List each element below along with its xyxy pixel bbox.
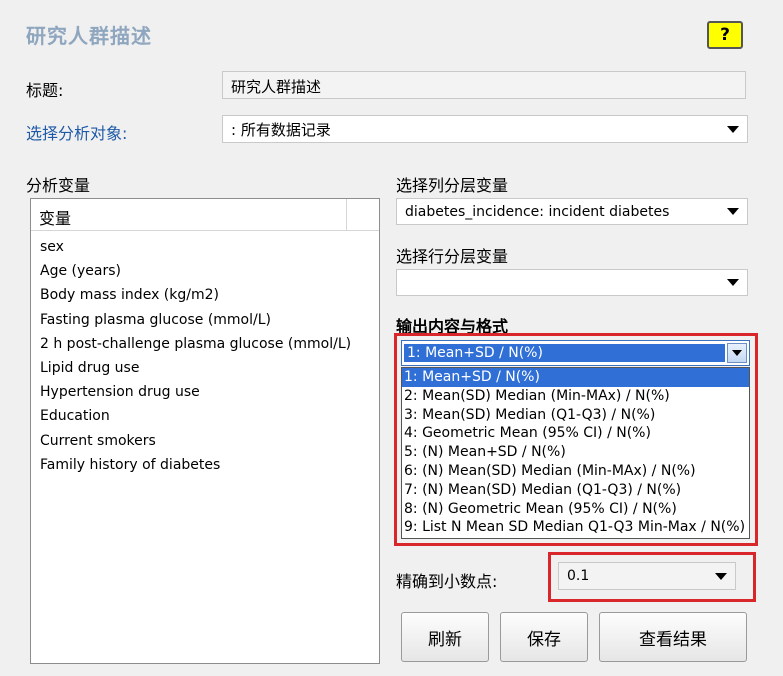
row-strat-select[interactable]	[396, 269, 748, 296]
column-strat-value: diabetes_incidence: incident diabetes	[405, 203, 670, 220]
chevron-down-icon	[727, 125, 739, 133]
list-item[interactable]: Fasting plasma glucose (mmol/L)	[40, 308, 379, 332]
variables-items: sex Age (years) Body mass index (kg/m2) Fas…	[31, 231, 379, 477]
variables-label: 分析变量	[26, 176, 91, 195]
dropdown-option[interactable]: 7: (N) Mean(SD) Median (Q1-Q3) / N(%)	[402, 481, 749, 500]
variables-list[interactable]: 变量 sex Age (years) Body mass index (kg/m2)…	[30, 198, 380, 664]
list-item[interactable]: Current smokers	[40, 429, 379, 453]
output-format-selected: 1: Mean+SD / N(%)	[404, 344, 725, 362]
list-item[interactable]: Education	[40, 404, 379, 428]
list-item[interactable]: Lipid drug use	[40, 356, 379, 380]
precision-label: 精确到小数点:	[396, 572, 498, 591]
dropdown-option[interactable]: 5: (N) Mean+SD / N(%)	[402, 443, 749, 462]
list-item[interactable]: Body mass index (kg/m2)	[40, 283, 379, 307]
list-item[interactable]: sex	[40, 235, 379, 259]
list-header: 变量	[31, 199, 379, 231]
output-format-select[interactable]: 1: Mean+SD / N(%)	[401, 340, 750, 366]
title-field[interactable]: 研究人群描述	[222, 71, 746, 99]
refresh-button[interactable]: 刷新	[401, 612, 489, 662]
column-strat-label: 选择列分层变量	[396, 176, 509, 195]
precision-select[interactable]: 0.1	[558, 562, 736, 590]
dropdown-option[interactable]: 4: Geometric Mean (95% CI) / N(%)	[402, 424, 749, 443]
output-format-dropdown[interactable]: 1: Mean+SD / N(%) 2: Mean(SD) Median (Min…	[401, 367, 750, 539]
view-results-button[interactable]: 查看结果	[599, 612, 747, 662]
column-header[interactable]: 变量	[31, 199, 347, 230]
dropdown-button[interactable]	[727, 343, 747, 363]
object-select[interactable]: : 所有数据记录	[222, 115, 748, 143]
page-title: 研究人群描述	[26, 24, 152, 48]
object-select-value: : 所有数据记录	[231, 120, 331, 139]
column-header-filler	[347, 199, 379, 230]
list-item[interactable]: 2 h post-challenge plasma glucose (mmol/…	[40, 332, 379, 356]
list-item[interactable]: Family history of diabetes	[40, 453, 379, 477]
dropdown-option[interactable]: 1: Mean+SD / N(%)	[402, 368, 749, 387]
column-strat-select[interactable]: diabetes_incidence: incident diabetes	[396, 198, 748, 225]
help-button[interactable]: ?	[707, 21, 743, 49]
dropdown-option[interactable]: 9: List N Mean SD Median Q1-Q3 Min-Max /…	[402, 518, 749, 537]
chevron-down-icon	[715, 572, 727, 580]
dropdown-option[interactable]: 2: Mean(SD) Median (Min-MAx) / N(%)	[402, 387, 749, 406]
chevron-down-icon	[727, 279, 739, 286]
row-strat-label: 选择行分层变量	[396, 247, 509, 266]
list-item[interactable]: Hypertension drug use	[40, 380, 379, 404]
object-label: 选择分析对象:	[26, 124, 128, 143]
save-button[interactable]: 保存	[500, 612, 588, 662]
dropdown-option[interactable]: 6: (N) Mean(SD) Median (Min-MAx) / N(%)	[402, 462, 749, 481]
title-label: 标题:	[26, 81, 64, 100]
precision-value: 0.1	[567, 568, 590, 584]
dropdown-option[interactable]: 3: Mean(SD) Median (Q1-Q3) / N(%)	[402, 406, 749, 425]
chevron-down-icon	[727, 208, 739, 215]
chevron-down-icon	[732, 350, 742, 356]
list-item[interactable]: Age (years)	[40, 259, 379, 283]
dropdown-option[interactable]: 8: (N) Geometric Mean (95% CI) / N(%)	[402, 500, 749, 519]
